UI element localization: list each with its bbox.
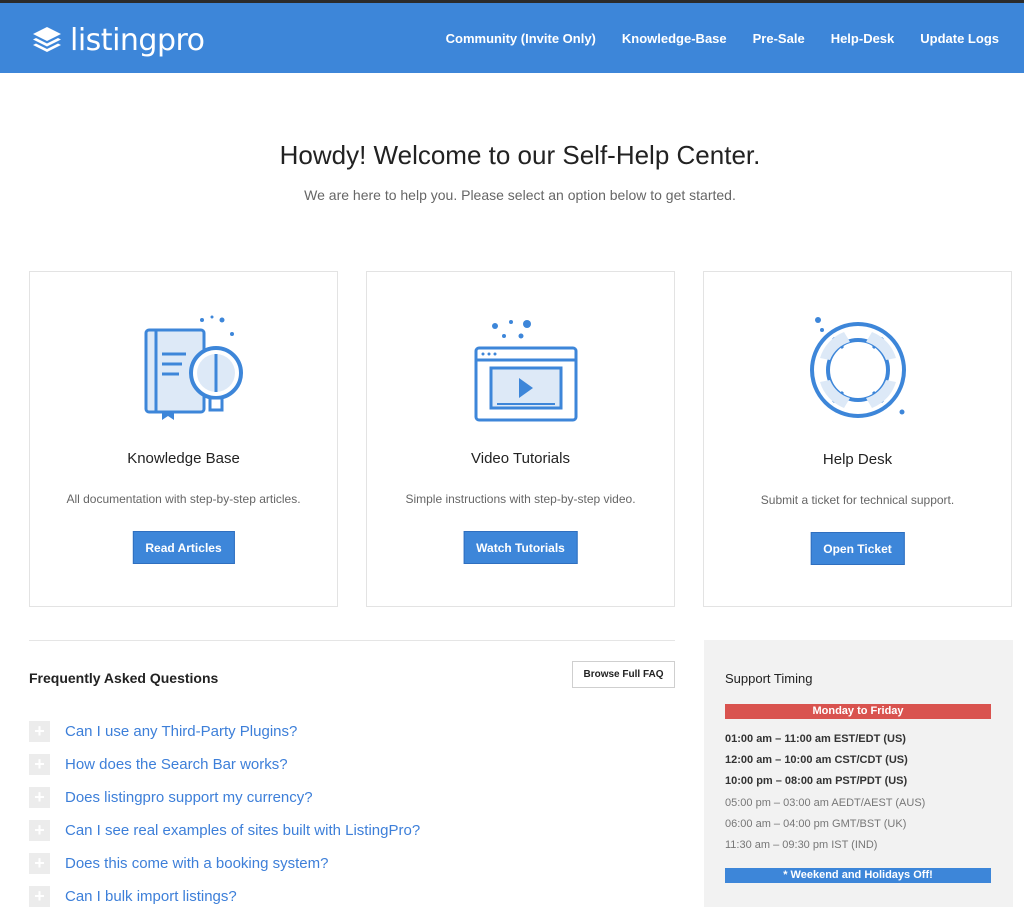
support-title: Support Timing (725, 671, 813, 686)
nav-pre-sale[interactable]: Pre-Sale (753, 31, 805, 46)
faq-question[interactable]: Does listingpro support my currency? (65, 789, 313, 806)
video-player-icon (474, 320, 577, 422)
plus-icon[interactable]: + (29, 853, 50, 874)
support-time-row: 01:00 am – 11:00 am EST/EDT (US) (725, 733, 906, 745)
browse-faq-button[interactable]: Browse Full FAQ (572, 661, 675, 688)
page-subtitle: We are here to help you. Please select a… (304, 187, 736, 203)
section-divider (29, 640, 675, 641)
faq-question[interactable]: Does this come with a booking system? (65, 855, 328, 872)
watch-tutorials-button[interactable]: Watch Tutorials (463, 531, 578, 564)
book-magnifier-icon (144, 315, 243, 420)
card-help-desk: Help Desk Submit a ticket for technical … (703, 271, 1012, 607)
logo-text: listingpro (70, 22, 205, 58)
faq-question[interactable]: Can I bulk import listings? (65, 888, 237, 905)
support-time-row: 06:00 am – 04:00 pm GMT/BST (UK) (725, 817, 907, 830)
card-knowledge-base: Knowledge Base All documentation with st… (29, 271, 338, 607)
faq-question[interactable]: Can I use any Third-Party Plugins? (65, 723, 297, 740)
faq-question[interactable]: Can I see real examples of sites built w… (65, 822, 420, 839)
main-nav: Community (Invite Only) Knowledge-Base P… (446, 31, 999, 46)
faq-item[interactable]: + Can I see real examples of sites built… (29, 814, 675, 847)
card-description: All documentation with step-by-step arti… (66, 492, 301, 506)
support-time-row: 11:30 am – 09:30 pm IST (IND) (725, 838, 878, 851)
support-times: 01:00 am – 11:00 am EST/EDT (US) 12:00 a… (725, 733, 925, 860)
plus-icon[interactable]: + (29, 754, 50, 775)
support-time-row: 10:00 pm – 08:00 am PST/PDT (US) (725, 775, 908, 788)
card-title: Help Desk (822, 451, 893, 468)
card-video-tutorials: Video Tutorials Simple instructions with… (366, 271, 675, 607)
nav-community[interactable]: Community (Invite Only) (446, 31, 596, 46)
site-header: listingpro Community (Invite Only) Knowl… (0, 3, 1024, 73)
plus-icon[interactable]: + (29, 721, 50, 742)
logo[interactable]: listingpro (30, 22, 205, 58)
page-title: Howdy! Welcome to our Self-Help Center. (279, 140, 761, 170)
support-time-row: 05:00 pm – 03:00 am AEDT/AEST (AUS) (725, 796, 926, 809)
read-articles-button[interactable]: Read Articles (132, 531, 235, 564)
card-description: Simple instructions with step-by-step vi… (405, 492, 636, 506)
plus-icon[interactable]: + (29, 886, 50, 907)
open-ticket-button[interactable]: Open Ticket (810, 532, 905, 565)
faq-question[interactable]: How does the Search Bar works? (65, 756, 288, 773)
card-description: Submit a ticket for technical support. (760, 493, 955, 507)
plus-icon[interactable]: + (29, 787, 50, 808)
nav-knowledge-base[interactable]: Knowledge-Base (622, 31, 727, 46)
faq-list: + Can I use any Third-Party Plugins? + H… (29, 715, 675, 907)
support-time-row: 12:00 am – 10:00 am CST/CDT (US) (725, 754, 908, 767)
faq-title: Frequently Asked Questions (29, 670, 219, 686)
support-timing-panel: Support Timing Monday to Friday 01:00 am… (704, 640, 1013, 907)
nav-help-desk[interactable]: Help-Desk (831, 31, 895, 46)
plus-icon[interactable]: + (29, 820, 50, 841)
faq-item[interactable]: + Does listingpro support my currency? (29, 781, 675, 814)
lifebuoy-icon (809, 317, 906, 418)
faq-item[interactable]: + How does the Search Bar works? (29, 748, 675, 781)
stack-layers-icon (33, 27, 61, 52)
days-label: Monday to Friday (725, 704, 991, 719)
faq-item[interactable]: + Can I bulk import listings? (29, 880, 675, 907)
weekend-notice: * Weekend and Holidays Off! (725, 868, 991, 883)
nav-update-logs[interactable]: Update Logs (920, 31, 999, 46)
faq-item[interactable]: + Can I use any Third-Party Plugins? (29, 715, 675, 748)
card-title: Video Tutorials (471, 450, 570, 467)
card-title: Knowledge Base (127, 450, 240, 467)
faq-item[interactable]: + Does this come with a booking system? (29, 847, 675, 880)
